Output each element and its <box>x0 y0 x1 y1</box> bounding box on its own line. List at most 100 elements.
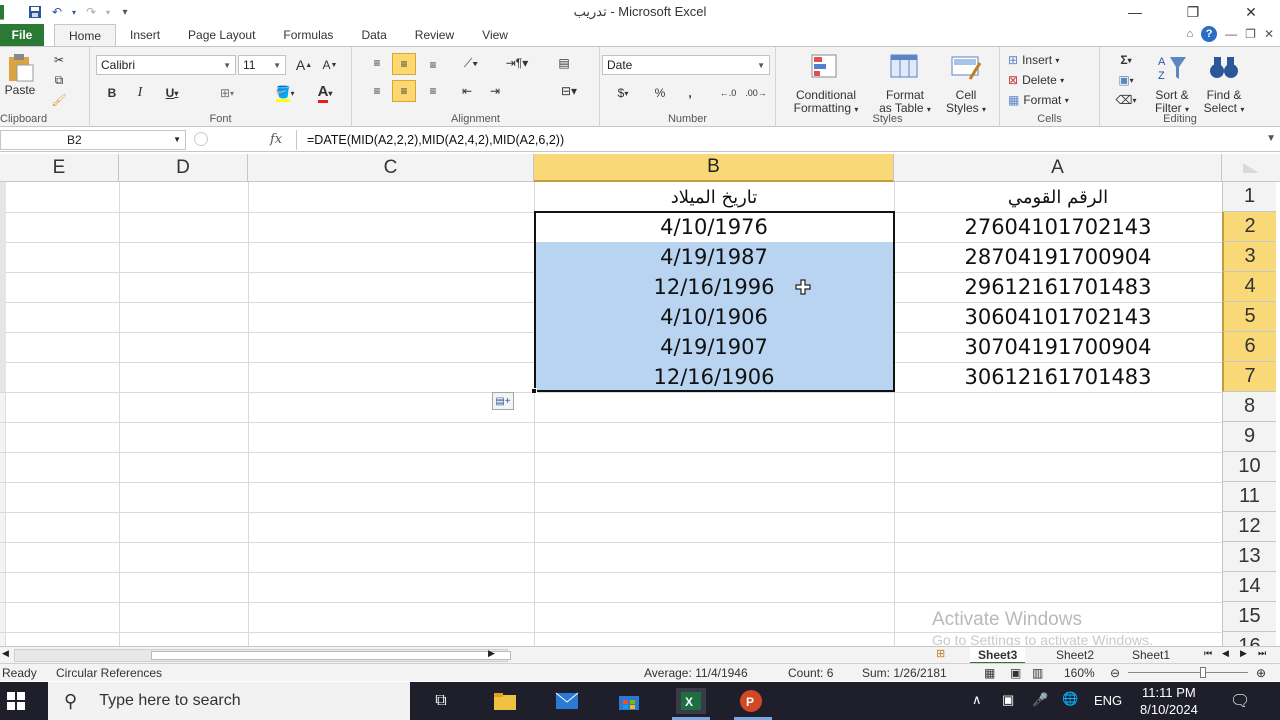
row-header-13[interactable]: 13 <box>1222 542 1276 572</box>
column-header-d[interactable]: D <box>119 154 248 182</box>
number-format-combo[interactable]: Date ▼ <box>602 55 770 75</box>
name-box[interactable]: B2 ▼ <box>0 130 186 150</box>
align-top-button[interactable]: ≡ <box>366 53 388 73</box>
format-cells-button[interactable]: ▦ Format ▾ <box>1008 91 1094 109</box>
insert-function-icon[interactable]: fx <box>270 132 282 147</box>
show-hidden-icons[interactable]: ∧ <box>972 692 982 708</box>
mail-icon[interactable] <box>554 688 580 714</box>
sheet-tab-sheet2[interactable]: Sheet2 <box>1048 647 1102 664</box>
file-explorer-icon[interactable] <box>492 688 518 714</box>
row-header-6[interactable]: 6 <box>1222 332 1276 362</box>
italic-button[interactable]: I <box>130 83 150 103</box>
tab-view[interactable]: View <box>468 24 522 46</box>
close-button[interactable]: ✕ <box>1222 0 1280 24</box>
align-center-button[interactable]: ≡ <box>392 80 416 102</box>
zoom-out-icon[interactable]: ⊖ <box>1110 666 1120 680</box>
column-header-b[interactable]: B <box>534 154 894 182</box>
column-header-c[interactable]: C <box>248 154 534 182</box>
cell-a7[interactable]: 30612161701483 <box>894 362 1222 392</box>
sheet-nav-next-icon[interactable]: ▶ <box>1240 648 1247 659</box>
row-header-9[interactable]: 9 <box>1222 422 1276 452</box>
page-break-view-icon[interactable]: ▥ <box>1032 666 1043 680</box>
expand-formula-bar-icon[interactable]: ▼ <box>1266 133 1276 144</box>
row-header-1[interactable]: 1 <box>1222 182 1276 212</box>
row-header-5[interactable]: 5 <box>1222 302 1276 332</box>
format-as-table-button[interactable]: Format as Table ▾ <box>872 49 938 116</box>
tab-data[interactable]: Data <box>347 24 400 46</box>
workbook-restore-icon[interactable]: ❐ <box>1245 27 1256 41</box>
autosum-button[interactable]: Σ ▾ <box>1110 51 1142 69</box>
orientation-button[interactable]: ⟋▾ <box>456 53 486 73</box>
borders-button[interactable]: ⊞ ▾ <box>210 83 244 103</box>
task-view-icon[interactable]: ⧉ <box>428 688 454 714</box>
row-header-8[interactable]: 8 <box>1222 392 1276 422</box>
column-header-a[interactable]: A <box>894 154 1222 182</box>
horizontal-scrollbar[interactable] <box>14 649 511 662</box>
cell-b1[interactable]: تاريخ الميلاد <box>534 182 894 212</box>
zoom-slider-thumb[interactable] <box>1200 667 1206 678</box>
delete-cells-button[interactable]: ⊠ Delete ▾ <box>1008 71 1094 89</box>
row-header-12[interactable]: 12 <box>1222 512 1276 542</box>
increase-indent-button[interactable]: ⇥ <box>484 81 506 101</box>
zoom-slider[interactable] <box>1128 672 1248 673</box>
vertical-scrollbar[interactable] <box>0 182 6 392</box>
fill-handle[interactable] <box>531 388 537 394</box>
store-icon[interactable] <box>616 688 642 714</box>
status-circular-references[interactable]: Circular References <box>56 666 162 680</box>
cell-a6[interactable]: 30704191700904 <box>894 332 1222 362</box>
row-header-16[interactable]: 16 <box>1222 632 1276 646</box>
workbook-minimize-icon[interactable]: — <box>1225 27 1237 41</box>
decrease-decimal-button[interactable]: .00→ <box>744 83 768 103</box>
notifications-icon[interactable]: 🗨 <box>1230 691 1250 711</box>
taskbar-search[interactable]: ⚲ Type here to search <box>48 682 410 720</box>
sheet-tab-sheet3[interactable]: Sheet3 <box>970 647 1026 664</box>
tab-page-layout[interactable]: Page Layout <box>174 24 269 46</box>
cell-a3[interactable]: 28704191700904 <box>894 242 1222 272</box>
tab-insert[interactable]: Insert <box>116 24 174 46</box>
formula-input[interactable]: =DATE(MID(A2,2,2),MID(A2,4,2),MID(A2,6,2… <box>296 130 1264 150</box>
sheet-nav-last-icon[interactable]: ⏭ <box>1258 648 1266 659</box>
wrap-text-button[interactable]: ▤ <box>552 53 576 73</box>
zoom-in-icon[interactable]: ⊕ <box>1256 666 1266 680</box>
clock-date[interactable]: 8/10/2024 <box>1140 702 1198 717</box>
row-header-15[interactable]: 15 <box>1222 602 1276 632</box>
align-middle-button[interactable]: ≡ <box>392 53 416 75</box>
tab-file[interactable]: File <box>0 24 44 46</box>
font-size-combo[interactable]: 11 ▼ <box>238 55 286 75</box>
increase-decimal-button[interactable]: ←.0 <box>716 83 740 103</box>
minimize-button[interactable]: — <box>1106 0 1164 24</box>
normal-view-icon[interactable]: ▦ <box>984 666 995 680</box>
row-header-2[interactable]: 2 <box>1222 212 1276 242</box>
row-header-14[interactable]: 14 <box>1222 572 1276 602</box>
start-button[interactable] <box>6 691 28 711</box>
clear-button[interactable]: ⌫ ▾ <box>1110 91 1142 109</box>
align-right-button[interactable]: ≡ <box>422 81 444 101</box>
align-bottom-button[interactable]: ≡ <box>422 55 444 75</box>
tab-home[interactable]: Home <box>54 24 117 46</box>
input-language[interactable]: ENG <box>1094 693 1122 708</box>
powerpoint-taskbar-icon[interactable]: P <box>738 688 764 714</box>
bold-button[interactable]: B <box>102 83 122 103</box>
sheet-nav-prev-icon[interactable]: ◀ <box>1222 648 1229 659</box>
cell-a1[interactable]: الرقم القومي <box>894 182 1222 212</box>
underline-button[interactable]: U ▾ <box>158 83 186 103</box>
grow-font-button[interactable]: A ▲ <box>294 55 314 75</box>
merge-center-button[interactable]: ⊟▾ <box>552 81 586 101</box>
column-header-e[interactable]: E <box>0 154 119 182</box>
font-name-combo[interactable]: Calibri ▼ <box>96 55 236 75</box>
conditional-formatting-button[interactable]: Conditional Formatting ▾ <box>782 49 870 116</box>
percent-button[interactable]: % <box>650 83 670 103</box>
row-header-3[interactable]: 3 <box>1222 242 1276 272</box>
cell-a2[interactable]: 27604101702143 <box>894 212 1222 242</box>
cut-icon[interactable]: ✂ <box>50 51 68 69</box>
collapse-ribbon-icon[interactable]: ⌂ <box>1187 28 1194 40</box>
copy-icon[interactable]: ⧉ <box>50 71 68 89</box>
tab-review[interactable]: Review <box>401 24 468 46</box>
zoom-level[interactable]: 160% <box>1064 666 1095 680</box>
insert-cells-button[interactable]: ⊞ Insert ▾ <box>1008 51 1094 69</box>
text-direction-button[interactable]: ⇥¶▾ <box>500 53 534 73</box>
row-header-11[interactable]: 11 <box>1222 482 1276 512</box>
clock-time[interactable]: 11:11 PM <box>1142 685 1196 700</box>
sort-filter-button[interactable]: AZ Sort & Filter ▾ <box>1146 49 1198 116</box>
cell-a4[interactable]: 29612161701483 <box>894 272 1222 302</box>
